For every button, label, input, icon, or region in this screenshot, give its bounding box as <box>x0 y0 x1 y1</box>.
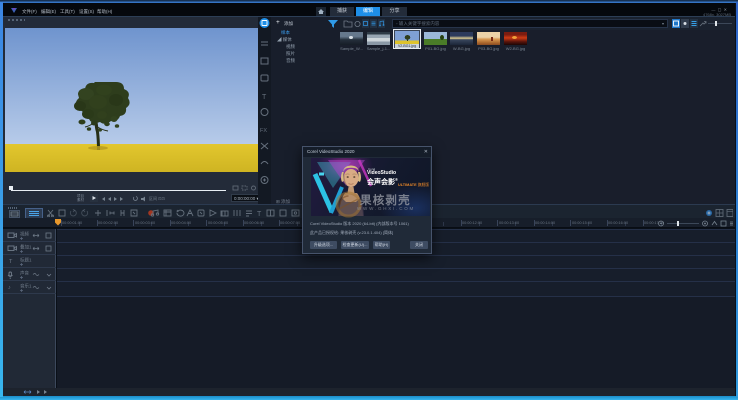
svg-text:声音: 声音 <box>20 270 29 277</box>
svg-text:♪: ♪ <box>8 285 11 291</box>
svg-text:音乐1: 音乐1 <box>20 283 32 290</box>
svg-text:T: T <box>257 211 262 217</box>
svg-text:T: T <box>262 94 267 101</box>
svg-text:视频: 视频 <box>20 231 29 238</box>
svg-text:叠加1: 叠加1 <box>20 244 32 251</box>
svg-text:标题1: 标题1 <box>20 257 32 264</box>
svg-text:T: T <box>9 259 13 265</box>
svg-text:FX: FX <box>260 128 267 134</box>
